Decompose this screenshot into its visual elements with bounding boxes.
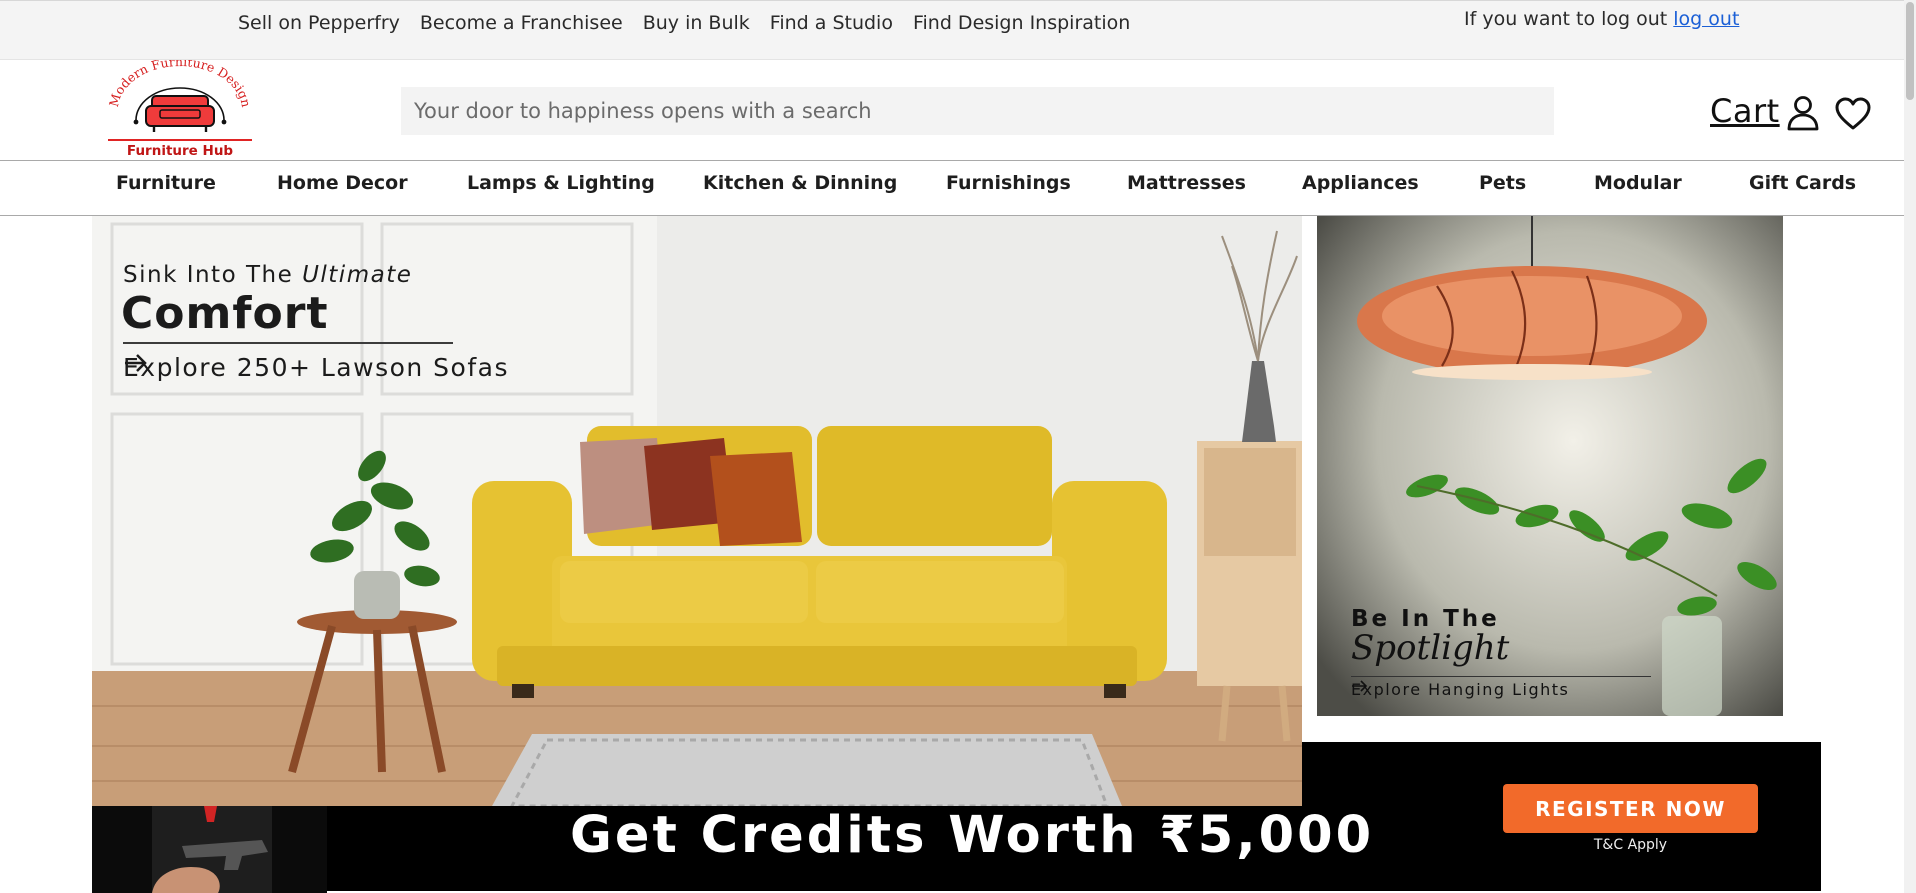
find-design-inspiration-link[interactable]: Find Design Inspiration <box>913 12 1130 34</box>
sell-on-pepperfry-link[interactable]: Sell on Pepperfry <box>238 12 400 34</box>
explore-hanging-lights-link[interactable]: Explore Hanging Lights <box>1351 680 1569 699</box>
hero-kicker: Sink Into The Ultimate <box>123 262 412 288</box>
nav-mattresses[interactable]: Mattresses <box>1127 172 1246 194</box>
side-banner[interactable]: Be In The Spotlight Explore Hanging Ligh… <box>1317 216 1783 716</box>
site-logo[interactable]: Modern Furniture Design Furniture Hub <box>106 54 254 160</box>
logout-link[interactable]: log out <box>1673 8 1739 30</box>
nav-appliances[interactable]: Appliances <box>1302 172 1419 194</box>
nav-kitchen-dinning[interactable]: Kitchen & Dinning <box>703 172 897 194</box>
cart-link[interactable]: Cart <box>1710 92 1780 130</box>
promo-image <box>92 806 327 893</box>
logout-notice: If you want to log out log out <box>1464 8 1739 30</box>
top-utility-bar: Sell on Pepperfry Become a Franchisee Bu… <box>0 0 1916 60</box>
register-now-button[interactable]: REGISTER NOW <box>1503 784 1758 833</box>
explore-sofas-label: Explore 250+ Lawson Sofas <box>123 353 509 382</box>
user-icon[interactable] <box>1785 95 1821 131</box>
nav-gift-cards[interactable]: Gift Cards <box>1749 172 1856 194</box>
tnc-note: T&C Apply <box>1593 837 1668 853</box>
become-franchisee-link[interactable]: Become a Franchisee <box>420 12 623 34</box>
hero-kicker-emphasis: Ultimate <box>302 262 413 288</box>
nav-home-decor[interactable]: Home Decor <box>277 172 408 194</box>
hero-title: Comfort <box>121 288 329 339</box>
nav-furniture[interactable]: Furniture <box>116 172 216 194</box>
logo-graphic: Modern Furniture Design Furniture Hub <box>106 54 254 159</box>
page-scrollbar[interactable] <box>1904 0 1916 893</box>
scrollbar-thumb[interactable] <box>1906 2 1914 100</box>
arrow-right-icon <box>125 354 147 372</box>
explore-hanging-lights-label: Explore Hanging Lights <box>1351 680 1570 699</box>
logout-text: If you want to log out <box>1464 8 1668 30</box>
search-input[interactable] <box>401 87 1554 135</box>
nav-lamps-lighting[interactable]: Lamps & Lighting <box>467 172 655 194</box>
find-a-studio-link[interactable]: Find a Studio <box>770 12 893 34</box>
side-script-title: Spotlight <box>1351 628 1510 668</box>
hero-banner[interactable]: Sink Into The Ultimate Comfort Explore 2… <box>92 216 1302 806</box>
top-links: Sell on Pepperfry Become a Franchisee Bu… <box>238 12 1130 34</box>
nav-modular[interactable]: Modular <box>1594 172 1682 194</box>
nav-pets[interactable]: Pets <box>1479 172 1526 194</box>
nav-furnishings[interactable]: Furnishings <box>946 172 1071 194</box>
hero-kicker-prefix: Sink Into The <box>123 262 294 288</box>
promo-title: Get Credits Worth ₹5,000 <box>570 806 1375 865</box>
svg-text:Furniture Hub: Furniture Hub <box>127 143 234 159</box>
heart-icon[interactable] <box>1835 97 1871 131</box>
arrow-right-icon <box>1352 680 1368 692</box>
category-nav: Furniture Home Decor Lamps & Lighting Ki… <box>0 161 1916 216</box>
main-header: Modern Furniture Design Furniture Hub Ca… <box>0 54 1916 161</box>
explore-sofas-link[interactable]: Explore 250+ Lawson Sofas <box>123 353 509 382</box>
hero-divider <box>123 342 453 344</box>
buy-in-bulk-link[interactable]: Buy in Bulk <box>643 12 750 34</box>
side-divider <box>1351 676 1651 677</box>
